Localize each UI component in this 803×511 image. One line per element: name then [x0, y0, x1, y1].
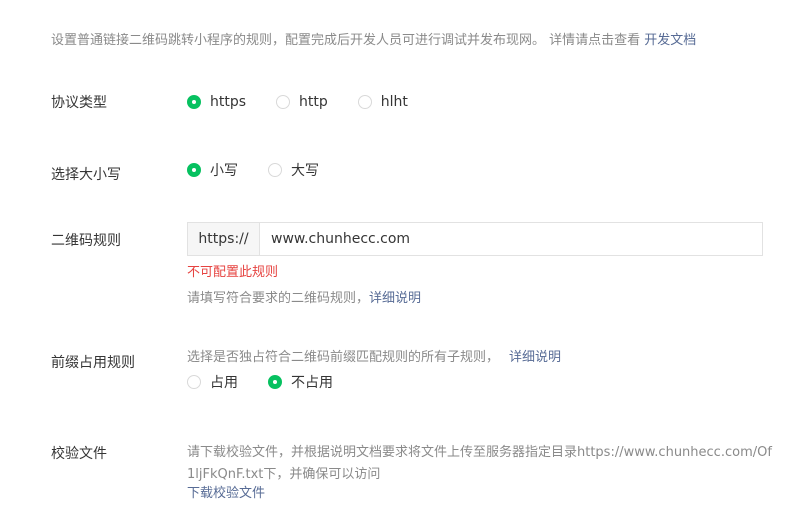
protocol-https-label: https [210, 94, 247, 110]
protocol-http-label: http [299, 94, 328, 110]
radio-unchecked-icon [268, 163, 282, 177]
radio-unchecked-icon [276, 95, 291, 109]
qr-rule-config-form: 设置普通链接二维码跳转小程序的规则，配置完成后开发人员可进行调试并发布现网。 详… [0, 0, 803, 511]
radio-unchecked-icon [357, 95, 372, 109]
prefix-rule-hint: 选择是否独占符合二维码前缀匹配规则的所有子规则， 详细说明 [187, 350, 561, 366]
qr-rule-input-group: https:// [187, 222, 763, 256]
radio-checked-icon [187, 163, 201, 177]
prefix-rule-detail-link[interactable]: 详细说明 [509, 350, 561, 365]
intro-description: 设置普通链接二维码跳转小程序的规则，配置完成后开发人员可进行调试并发布现网。 详… [51, 33, 645, 48]
case-lower-radio[interactable]: 小写 [187, 160, 238, 180]
qr-rule-input[interactable] [260, 223, 762, 255]
case-upper-radio[interactable]: 大写 [268, 160, 319, 180]
protocol-hlht-radio[interactable]: hlht [357, 94, 408, 110]
case-radio-group: 小写 大写 [187, 160, 319, 180]
qr-rule-label: 二维码规则 [51, 233, 121, 249]
qr-rule-error: 不可配置此规则 [187, 265, 279, 280]
dev-docs-link[interactable]: 开发文档 [644, 33, 696, 48]
case-label: 选择大小写 [51, 167, 121, 183]
protocol-http-radio[interactable]: http [276, 94, 328, 110]
protocol-hlht-label: hlht [380, 94, 408, 110]
verify-file-hint: 请下载校验文件，并根据说明文档要求将文件上传至服务器指定目录https://ww… [187, 445, 772, 482]
prefix-rule-hint-text: 选择是否独占符合二维码前缀匹配规则的所有子规则， [187, 350, 500, 365]
prefix-occupy-label: 占用 [210, 375, 238, 391]
download-verify-file-link[interactable]: 下载校验文件 [187, 486, 265, 502]
radio-checked-icon [187, 95, 201, 109]
protocol-radio-group: https http hlht [187, 94, 408, 110]
qr-rule-hint: 请填写符合要求的二维码规则，详细说明 [187, 291, 421, 307]
prefix-rule-radio-group: 占用 不占用 [187, 372, 333, 392]
intro-text: 设置普通链接二维码跳转小程序的规则，配置完成后开发人员可进行调试并发布现网。 详… [51, 33, 696, 49]
protocol-label: 协议类型 [51, 95, 107, 111]
prefix-not-occupy-radio[interactable]: 不占用 [268, 372, 333, 392]
case-lower-label: 小写 [210, 163, 238, 179]
qr-rule-detail-link[interactable]: 详细说明 [369, 291, 421, 306]
qr-rule-hint-text: 请填写符合要求的二维码规则， [187, 291, 370, 306]
qr-rule-prefix: https:// [188, 223, 260, 255]
prefix-rule-label: 前缀占用规则 [51, 355, 135, 371]
radio-checked-icon [268, 375, 282, 389]
radio-unchecked-icon [187, 375, 201, 389]
case-upper-label: 大写 [291, 163, 319, 179]
prefix-occupy-radio[interactable]: 占用 [187, 372, 238, 392]
verify-file-label: 校验文件 [51, 446, 107, 462]
protocol-https-radio[interactable]: https [187, 94, 246, 110]
prefix-not-occupy-label: 不占用 [291, 375, 333, 391]
